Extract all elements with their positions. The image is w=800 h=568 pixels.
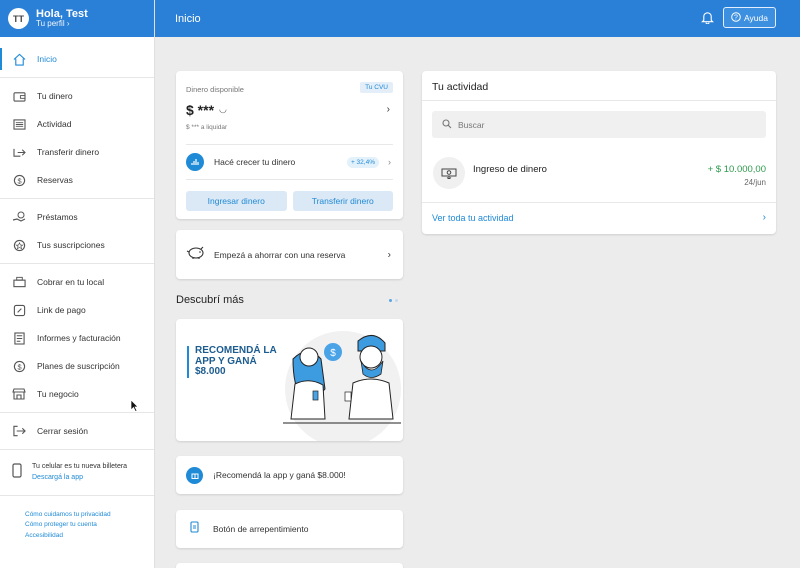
carousel-dots[interactable]	[389, 299, 398, 302]
logout-icon	[12, 424, 26, 438]
document-icon	[190, 520, 199, 538]
search-placeholder: Buscar	[458, 119, 485, 130]
reserve-text: Empezá a ahorrar con una reserva	[214, 249, 346, 260]
download-app-link[interactable]: Descargá la app	[32, 473, 127, 484]
svg-text:$: $	[330, 348, 336, 359]
sidebar-item-transferir[interactable]: Transferir dinero	[0, 138, 154, 166]
transfer-icon	[12, 145, 26, 159]
sidebar: TT Hola, Test Tu perfil › Inicio Tu dine…	[0, 0, 155, 568]
yield-badge: + 32,4%	[346, 156, 379, 168]
sidebar-item-planes[interactable]: $ Planes de suscripción	[0, 352, 154, 380]
promo-text: RECOMENDÁ LA APP Y GANÁ $8.000	[187, 345, 277, 378]
svg-text:$: $	[17, 362, 21, 371]
register-icon	[12, 275, 26, 289]
sidebar-item-informes[interactable]: Informes y facturación	[0, 324, 154, 352]
recommend-card[interactable]: ¡Recomendá la app y ganá $8.000!	[176, 456, 403, 494]
to-settle-amount: $ *** a liquidar	[186, 124, 228, 131]
next-card	[176, 563, 403, 568]
chevron-right-icon: ›	[66, 19, 70, 29]
sidebar-item-inicio[interactable]: Inicio	[0, 45, 154, 73]
wallet-promo-text: Tu celular es tu nueva billetera	[32, 463, 128, 470]
phone-icon	[12, 462, 22, 483]
see-all-activity-link[interactable]: Ver toda tu actividad	[432, 213, 514, 223]
chevron-right-icon: ›	[388, 157, 391, 167]
transaction-title[interactable]: Ingreso de dinero	[473, 164, 547, 175]
chart-icon	[186, 153, 204, 171]
deposit-button[interactable]: Ingresar dinero	[186, 191, 287, 211]
activity-card: Tu actividad Buscar Ingreso de dinero + …	[422, 71, 776, 234]
cvu-badge[interactable]: Tu CVU	[360, 82, 393, 93]
search-icon	[442, 118, 452, 131]
wallet-promo: Tu celular es tu nueva billetera Descarg…	[0, 454, 154, 491]
grow-money-row[interactable]: Hacé crecer tu dinero + 32,4% ›	[186, 144, 393, 180]
sidebar-item-link-pago[interactable]: Link de pago	[0, 296, 154, 324]
friends-illustration: $	[283, 331, 401, 441]
carousel-dot[interactable]	[395, 299, 398, 302]
security-link[interactable]: Cómo proteger tu cuenta	[25, 520, 129, 530]
regret-button-card[interactable]: Botón de arrepentimiento	[176, 510, 403, 548]
home-icon	[12, 52, 26, 66]
dollar-icon: $	[12, 359, 26, 373]
avatar: TT	[8, 8, 29, 29]
sidebar-item-prestamos[interactable]: Préstamos	[0, 203, 154, 231]
money-in-icon	[433, 157, 465, 189]
svg-text:$: $	[17, 176, 21, 185]
reserve-card[interactable]: Empezá a ahorrar con una reserva ›	[176, 230, 403, 279]
sidebar-item-suscripciones[interactable]: Tus suscripciones	[0, 231, 154, 259]
transaction-date: 24/jun	[744, 178, 766, 187]
savings-icon: $	[12, 173, 26, 187]
discover-title: Descubrí más	[176, 294, 244, 306]
top-bar: Inicio ? Ayuda	[155, 0, 800, 37]
carousel-dot[interactable]	[389, 299, 392, 302]
help-button[interactable]: ? Ayuda	[723, 7, 776, 28]
link-icon	[12, 303, 26, 317]
accessibility-link[interactable]: Accesibilidad	[25, 531, 129, 541]
piggy-bank-icon	[186, 245, 206, 264]
profile-header[interactable]: TT Hola, Test Tu perfil ›	[0, 0, 154, 37]
gift-icon	[186, 466, 203, 484]
list-icon	[12, 117, 26, 131]
activity-title: Tu actividad	[432, 81, 489, 93]
mouse-cursor-icon	[130, 399, 139, 417]
balance-label: Dinero disponible	[186, 85, 244, 94]
star-icon	[12, 238, 26, 252]
search-input[interactable]: Buscar	[432, 111, 766, 138]
transaction-amount: + $ 10.000,00	[707, 164, 766, 175]
balance-amount: $ ***	[186, 102, 215, 118]
sidebar-item-reservas[interactable]: $ Reservas	[0, 166, 154, 194]
wallet-icon	[12, 89, 26, 103]
page-title: Inicio	[175, 12, 201, 25]
report-icon	[12, 331, 26, 345]
sidebar-item-tu-dinero[interactable]: Tu dinero	[0, 82, 154, 110]
chevron-right-icon[interactable]: ›	[763, 212, 766, 223]
transfer-button[interactable]: Transferir dinero	[292, 191, 393, 211]
bell-icon[interactable]	[701, 10, 714, 29]
loan-icon	[12, 210, 26, 224]
regret-text: Botón de arrepentimiento	[213, 524, 309, 534]
promo-banner[interactable]: RECOMENDÁ LA APP Y GANÁ $8.000 $	[176, 319, 403, 441]
profile-link[interactable]: Tu perfil ›	[36, 19, 88, 29]
grow-money-text: Hacé crecer tu dinero	[214, 157, 296, 167]
svg-text:?: ?	[734, 14, 738, 21]
sidebar-item-cerrar-sesion[interactable]: Cerrar sesión	[0, 417, 154, 445]
balance-card: Dinero disponible Tu CVU $ *** ◡ › $ ***…	[176, 71, 403, 219]
sidebar-item-cobrar-local[interactable]: Cobrar en tu local	[0, 268, 154, 296]
chevron-right-icon[interactable]: ›	[387, 104, 390, 115]
help-icon: ?	[731, 11, 741, 24]
eye-closed-icon[interactable]: ◡	[219, 104, 227, 115]
privacy-link[interactable]: Cómo cuidamos tu privacidad	[25, 510, 129, 520]
recommend-text: ¡Recomendá la app y ganá $8.000!	[213, 470, 346, 480]
sidebar-item-actividad[interactable]: Actividad	[0, 110, 154, 138]
chevron-right-icon: ›	[387, 249, 391, 260]
store-icon	[12, 387, 26, 401]
